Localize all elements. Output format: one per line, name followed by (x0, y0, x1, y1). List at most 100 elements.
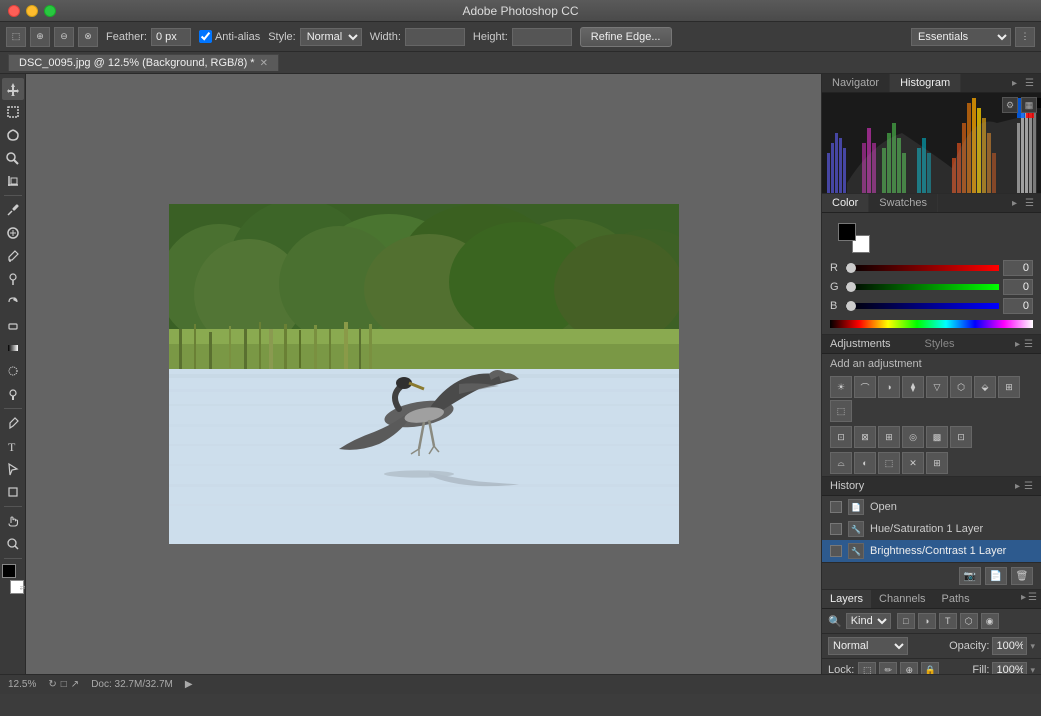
lock-pixels-icon[interactable]: ⬚ (858, 662, 876, 674)
tab-histogram[interactable]: Histogram (890, 74, 961, 92)
history-snapshot-button[interactable]: 📷 (959, 567, 981, 585)
layers-menu-icon[interactable]: ☰ (1028, 592, 1037, 606)
adj-menu-icon[interactable]: ☰ (1024, 339, 1033, 350)
color-lookup-adj-icon[interactable]: ⬚ (830, 400, 852, 422)
adj-expand-icon[interactable]: ▸ (1015, 339, 1020, 350)
gradient-map-adj-icon[interactable]: ▩ (926, 426, 948, 448)
pen-tool[interactable] (2, 412, 24, 434)
close-button[interactable] (8, 5, 20, 17)
layer-filter-text-icon[interactable]: T (939, 613, 957, 629)
layer-filter-pixel-icon[interactable]: □ (897, 613, 915, 629)
b-slider[interactable] (846, 303, 999, 309)
channel-mixer-adj-icon[interactable]: ⊞ (998, 376, 1020, 398)
tab-history[interactable]: History (830, 480, 1011, 492)
height-input[interactable] (512, 28, 572, 46)
gradient-tool[interactable] (2, 337, 24, 359)
brightness-adj-icon[interactable]: ☀ (830, 376, 852, 398)
tab-color[interactable]: Color (822, 194, 869, 212)
photo-filter-adj-icon[interactable]: ⬙ (974, 376, 996, 398)
add-selection-icon[interactable]: ⊕ (30, 27, 50, 47)
history-new-button[interactable]: 📄 (985, 567, 1007, 585)
intersect-selection-icon[interactable]: ⊗ (78, 27, 98, 47)
r-slider[interactable] (846, 265, 999, 271)
history-item-brightness[interactable]: 🔧 Brightness/Contrast 1 Layer (822, 540, 1041, 562)
dodge-tool[interactable] (2, 383, 24, 405)
hsl-adj-icon[interactable]: ▽ (926, 376, 948, 398)
quick-select-tool[interactable] (2, 147, 24, 169)
levels-adj-icon[interactable]: ⌓ (830, 452, 852, 474)
color-expand-icon[interactable]: ▸ (1009, 196, 1020, 211)
minimize-button[interactable] (26, 5, 38, 17)
layer-filter-smart-icon[interactable]: ◉ (981, 613, 999, 629)
curves-adj-icon[interactable]: ⌒ (854, 376, 876, 398)
path-select-tool[interactable] (2, 458, 24, 480)
tab-layers[interactable]: Layers (822, 590, 871, 608)
opacity-dropdown-icon[interactable]: ▾ (1030, 641, 1035, 652)
histogram-menu-icon[interactable]: ▦ (1021, 97, 1037, 113)
color-balance-adj-icon[interactable]: ⬡ (950, 376, 972, 398)
layers-kind-select[interactable]: Kind (846, 613, 891, 629)
r-value-input[interactable] (1003, 260, 1033, 276)
maximize-button[interactable] (44, 5, 56, 17)
history-delete-button[interactable]: 🗑 (1011, 567, 1033, 585)
layer-filter-adj-icon[interactable]: ◑ (918, 613, 936, 629)
marquee-tool[interactable] (2, 101, 24, 123)
anti-alias-checkbox[interactable] (199, 30, 212, 43)
blend-mode-select[interactable]: Normal (828, 637, 908, 655)
workspace-select[interactable]: Essentials (911, 28, 1011, 46)
histogram-settings-icon[interactable]: ⚙ (1002, 97, 1018, 113)
layer-filter-shape-icon[interactable]: ⬡ (960, 613, 978, 629)
lock-artboard-icon[interactable]: ⊕ (900, 662, 918, 674)
selective-color-adj-icon[interactable]: ◎ (902, 426, 924, 448)
zoom-tool[interactable] (2, 533, 24, 555)
fill-dropdown-icon[interactable]: ▾ (1030, 665, 1035, 675)
extra2-adj-icon[interactable]: ⊞ (926, 452, 948, 474)
width-input[interactable] (405, 28, 465, 46)
tab-paths[interactable]: Paths (934, 590, 978, 608)
history-brush-tool[interactable] (2, 291, 24, 313)
tab-navigator[interactable]: Navigator (822, 74, 890, 92)
crop-tool[interactable] (2, 170, 24, 192)
hand-tool[interactable] (2, 510, 24, 532)
fill-input[interactable] (992, 662, 1027, 674)
color-menu-icon[interactable]: ☰ (1022, 196, 1037, 211)
document-tab[interactable]: DSC_0095.jpg @ 12.5% (Background, RGB/8)… (8, 54, 279, 71)
lasso-tool[interactable] (2, 124, 24, 146)
style-select[interactable]: Normal (300, 28, 362, 46)
move-tool[interactable] (2, 78, 24, 100)
expand-icon[interactable]: ▸ (1009, 76, 1020, 91)
bw-adj-icon[interactable]: ⬚ (878, 452, 900, 474)
tab-styles[interactable]: Styles (925, 338, 1012, 350)
refine-edge-button[interactable]: Refine Edge... (580, 27, 672, 47)
lock-all-icon[interactable]: 🔒 (921, 662, 939, 674)
tab-swatches[interactable]: Swatches (869, 194, 938, 212)
pattern-adj-icon[interactable]: ⊡ (950, 426, 972, 448)
history-expand-icon[interactable]: ▸ (1015, 481, 1020, 492)
foreground-color-swatch[interactable] (2, 564, 16, 578)
swap-colors-icon[interactable]: ⇄ (20, 584, 26, 592)
b-value-input[interactable] (1003, 298, 1033, 314)
document-close-button[interactable]: ✕ (260, 58, 268, 69)
layers-expand-icon[interactable]: ▸ (1021, 592, 1026, 606)
shadows-adj-icon[interactable]: ◐ (854, 452, 876, 474)
extra-adj-icon[interactable]: ✕ (902, 452, 924, 474)
history-menu-icon[interactable]: ☰ (1024, 481, 1033, 492)
shape-tool[interactable] (2, 481, 24, 503)
threshold-adj-icon[interactable]: ⊞ (878, 426, 900, 448)
posterize-adj-icon[interactable]: ⊠ (854, 426, 876, 448)
clone-stamp-tool[interactable] (2, 268, 24, 290)
g-slider[interactable] (846, 284, 999, 290)
menu-icon[interactable]: ☰ (1022, 76, 1037, 91)
tab-adjustments[interactable]: Adjustments (830, 338, 917, 350)
subtract-selection-icon[interactable]: ⊖ (54, 27, 74, 47)
history-item-hue[interactable]: 🔧 Hue/Saturation 1 Layer (822, 518, 1041, 540)
invert-adj-icon[interactable]: ⊡ (830, 426, 852, 448)
lock-position-icon[interactable]: ✏ (879, 662, 897, 674)
fg-swatch[interactable] (838, 223, 856, 241)
spot-heal-tool[interactable] (2, 222, 24, 244)
status-arrow[interactable]: ▶ (185, 679, 193, 690)
vibrance-adj-icon[interactable]: ⧫ (902, 376, 924, 398)
brush-tool[interactable] (2, 245, 24, 267)
exposure-adj-icon[interactable]: ◑ (878, 376, 900, 398)
history-item-open[interactable]: 📄 Open (822, 496, 1041, 518)
